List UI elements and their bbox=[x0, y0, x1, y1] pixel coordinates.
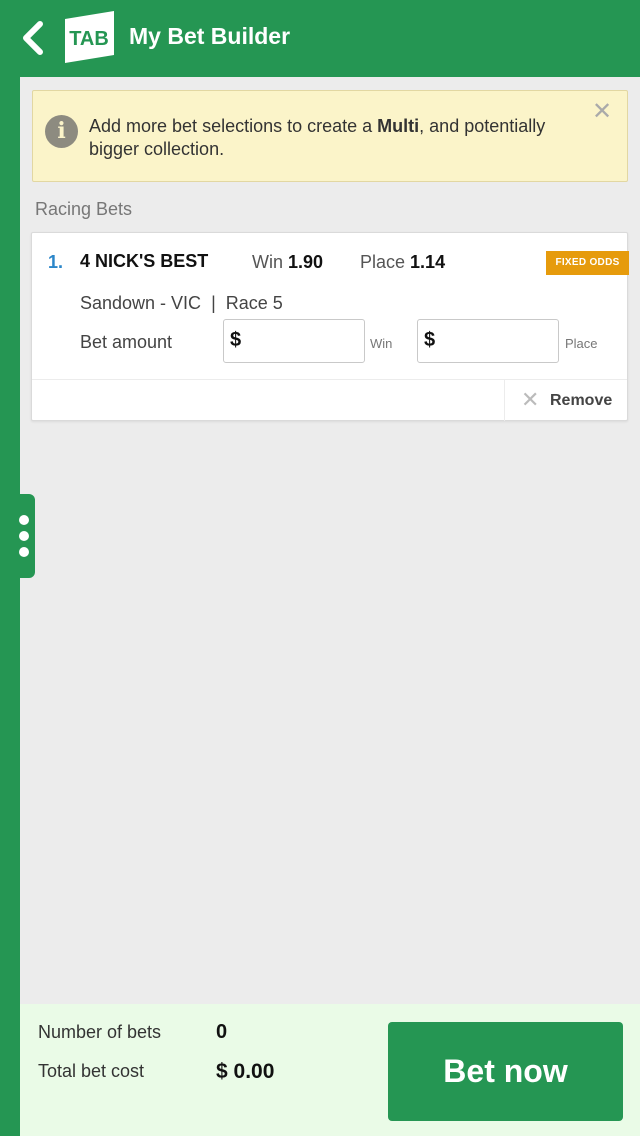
place-odds: Place 1.14 bbox=[360, 252, 446, 272]
side-menu-handle[interactable] bbox=[0, 494, 35, 578]
win-input-hint: Win bbox=[370, 336, 393, 351]
separator: | bbox=[211, 293, 216, 313]
bet-card: 1. 4 NICK'S BEST Win 1.90 Place 1.14 FIX… bbox=[31, 232, 629, 421]
win-amount-input[interactable]: $ bbox=[223, 319, 365, 363]
info-banner-text: Add more bet selections to create a Mult… bbox=[89, 116, 546, 159]
close-icon: ✕ bbox=[521, 387, 540, 412]
page-title: My Bet Builder bbox=[129, 23, 291, 49]
total-cost-label: Total bet cost bbox=[38, 1061, 145, 1081]
number-of-bets-label: Number of bets bbox=[38, 1022, 162, 1042]
place-amount-input[interactable]: $ bbox=[417, 319, 559, 363]
info-icon: i bbox=[45, 115, 78, 148]
race-info: Sandown - VIC | Race 5 bbox=[80, 293, 283, 314]
bet-summary-footer: Number of bets 0 Total bet cost $ 0.00 B… bbox=[20, 1004, 640, 1136]
bet-amount-label: Bet amount bbox=[80, 332, 173, 352]
bet-now-button[interactable]: Bet now bbox=[388, 1022, 623, 1121]
bet-index: 1. bbox=[48, 252, 64, 272]
total-cost-value: $ 0.00 bbox=[216, 1060, 275, 1083]
close-icon[interactable]: ✕ bbox=[591, 100, 613, 124]
fixed-odds-badge: FIXED ODDS bbox=[546, 251, 629, 275]
chevron-left-icon bbox=[23, 21, 43, 55]
remove-label: Remove bbox=[550, 392, 613, 409]
svg-text:TAB: TAB bbox=[69, 28, 109, 50]
race-number: Race 5 bbox=[225, 293, 283, 313]
currency-symbol: $ bbox=[424, 329, 436, 351]
section-label-racing-bets: Racing Bets bbox=[35, 199, 133, 219]
info-banner: i Add more bet selections to create a Mu… bbox=[32, 90, 628, 182]
side-strip bbox=[0, 77, 20, 1136]
win-odds: Win 1.90 bbox=[252, 252, 324, 272]
back-button[interactable] bbox=[16, 18, 52, 58]
tab-logo: TAB bbox=[62, 11, 114, 63]
place-input-hint: Place bbox=[565, 336, 598, 351]
currency-symbol: $ bbox=[230, 329, 242, 351]
venue: Sandown - VIC bbox=[80, 293, 202, 313]
number-of-bets-value: 0 bbox=[216, 1021, 228, 1043]
app-header: TAB My Bet Builder bbox=[0, 0, 640, 77]
remove-button[interactable]: ✕ Remove bbox=[504, 380, 628, 421]
runner-name: 4 NICK'S BEST bbox=[80, 251, 209, 271]
